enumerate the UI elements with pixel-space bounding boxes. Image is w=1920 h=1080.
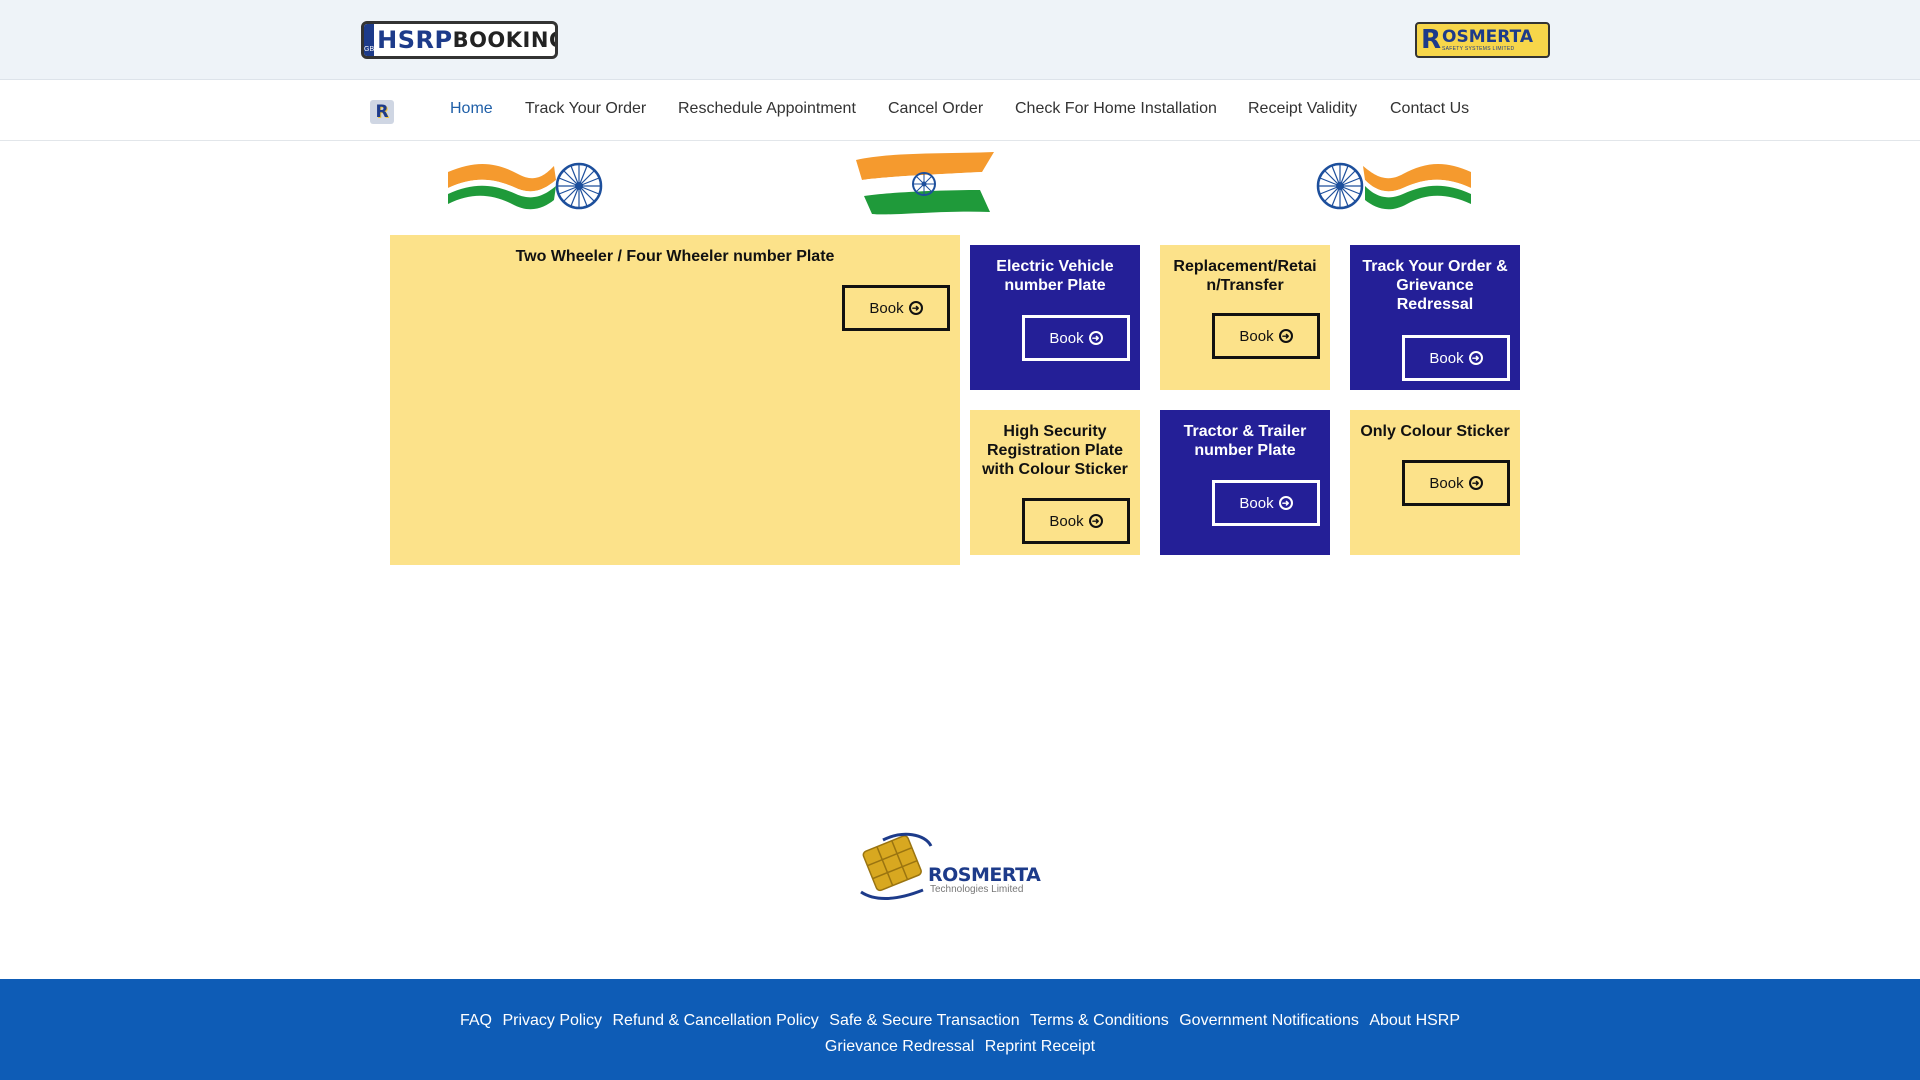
card-track-order: Track Your Order & Grievance Redressal B… xyxy=(1350,245,1520,390)
card-colour-sticker: Only Colour Sticker Book ➜ xyxy=(1350,410,1520,555)
flag-right-icon xyxy=(1316,162,1471,210)
footer-link-terms[interactable]: Terms & Conditions xyxy=(1030,1012,1169,1029)
footer-link-faq[interactable]: FAQ xyxy=(460,1012,492,1029)
main-navbar: R Home Track Your Order Reschedule Appoi… xyxy=(0,80,1920,141)
book-button-replacement[interactable]: Book ➜ xyxy=(1212,313,1320,359)
arrow-right-circle-icon: ➜ xyxy=(1468,351,1483,365)
book-button-two-four-wheeler[interactable]: Book ➜ xyxy=(842,285,950,331)
card-title: Tractor & Trailer number Plate xyxy=(1183,423,1307,459)
rosmerta-safety-logo: R OSMERTA SAFETY SYSTEMS LIMITED xyxy=(1415,22,1550,58)
nav-cancel-order[interactable]: Cancel Order xyxy=(888,100,983,118)
hsrp-booking-logo[interactable]: GB HSRP BOOKING xyxy=(361,21,558,59)
footer-link-refund[interactable]: Refund & Cancellation Policy xyxy=(612,1012,818,1029)
nav-home-installation[interactable]: Check For Home Installation xyxy=(1015,100,1217,118)
book-button-tractor[interactable]: Book ➜ xyxy=(1212,480,1320,526)
arrow-right-circle-icon: ➜ xyxy=(908,301,923,315)
footer-link-grievance[interactable]: Grievance Redressal xyxy=(825,1038,974,1055)
card-title: Two Wheeler / Four Wheeler number Plate xyxy=(515,248,835,265)
card-title: Electric Vehicle number Plate xyxy=(996,258,1114,294)
gb-badge: GB xyxy=(364,24,375,56)
card-hsrp-sticker: High Security Registration Plate with Co… xyxy=(970,410,1140,555)
arrow-right-circle-icon: ➜ xyxy=(1088,514,1103,528)
arrow-right-circle-icon: ➜ xyxy=(1278,329,1293,343)
logo-name: OSMERTA xyxy=(1442,26,1534,47)
book-button-electric-vehicle[interactable]: Book ➜ xyxy=(1022,315,1130,361)
top-header: GB HSRP BOOKING R OSMERTA SAFETY SYSTEMS… xyxy=(0,0,1920,80)
footer-link-reprint-receipt[interactable]: Reprint Receipt xyxy=(985,1038,1095,1055)
logo-subtitle: SAFETY SYSTEMS LIMITED xyxy=(1442,45,1515,52)
tech-logo-subtitle: Technologies Limited xyxy=(930,884,1024,895)
arrow-right-circle-icon: ➜ xyxy=(1278,496,1293,510)
footer: FAQ Privacy Policy Refund & Cancellation… xyxy=(0,979,1920,1080)
footer-links: FAQ Privacy Policy Refund & Cancellation… xyxy=(0,1008,1920,1060)
card-title: Replacement/Retai n/Transfer xyxy=(1173,258,1317,294)
nav-contact-us[interactable]: Contact Us xyxy=(1390,100,1469,118)
arrow-right-circle-icon: ➜ xyxy=(1468,476,1483,490)
footer-link-privacy[interactable]: Privacy Policy xyxy=(502,1012,602,1029)
flag-left-icon xyxy=(448,162,603,210)
nav-home[interactable]: Home xyxy=(450,100,493,118)
footer-link-govt-notifications[interactable]: Government Notifications xyxy=(1179,1012,1359,1029)
nav-reschedule[interactable]: Reschedule Appointment xyxy=(678,100,856,118)
nav-logo-icon[interactable]: R xyxy=(370,100,394,124)
card-title: Track Your Order & Grievance Redressal xyxy=(1362,258,1508,313)
card-electric-vehicle: Electric Vehicle number Plate Book ➜ xyxy=(970,245,1140,390)
logo-text-booking: BOOKING xyxy=(452,28,558,52)
book-button-colour-sticker[interactable]: Book ➜ xyxy=(1402,460,1510,506)
book-button-track-order[interactable]: Book ➜ xyxy=(1402,335,1510,381)
chip-icon xyxy=(860,832,933,900)
card-tractor: Tractor & Trailer number Plate Book ➜ xyxy=(1160,410,1330,555)
rosmerta-technologies-logo: ROSMERTA Technologies Limited xyxy=(853,830,1041,900)
arrow-right-circle-icon: ➜ xyxy=(1088,331,1103,345)
logo-text-hsrp: HSRP xyxy=(377,26,453,54)
nav-receipt-validity[interactable]: Receipt Validity xyxy=(1248,100,1357,118)
card-title: High Security Registration Plate with Co… xyxy=(982,423,1128,478)
footer-link-safe-transaction[interactable]: Safe & Secure Transaction xyxy=(829,1012,1019,1029)
nav-track-order[interactable]: Track Your Order xyxy=(525,100,646,118)
logo-letter-r: R xyxy=(1421,25,1442,55)
flag-center-icon xyxy=(856,152,994,215)
card-two-four-wheeler: Two Wheeler / Four Wheeler number Plate … xyxy=(390,235,960,565)
card-title: Only Colour Sticker xyxy=(1360,423,1510,440)
card-replacement: Replacement/Retai n/Transfer Book ➜ xyxy=(1160,245,1330,390)
book-button-hsrp-sticker[interactable]: Book ➜ xyxy=(1022,498,1130,544)
footer-link-about-hsrp[interactable]: About HSRP xyxy=(1369,1012,1460,1029)
tech-logo-name: ROSMERTA xyxy=(928,864,1041,886)
